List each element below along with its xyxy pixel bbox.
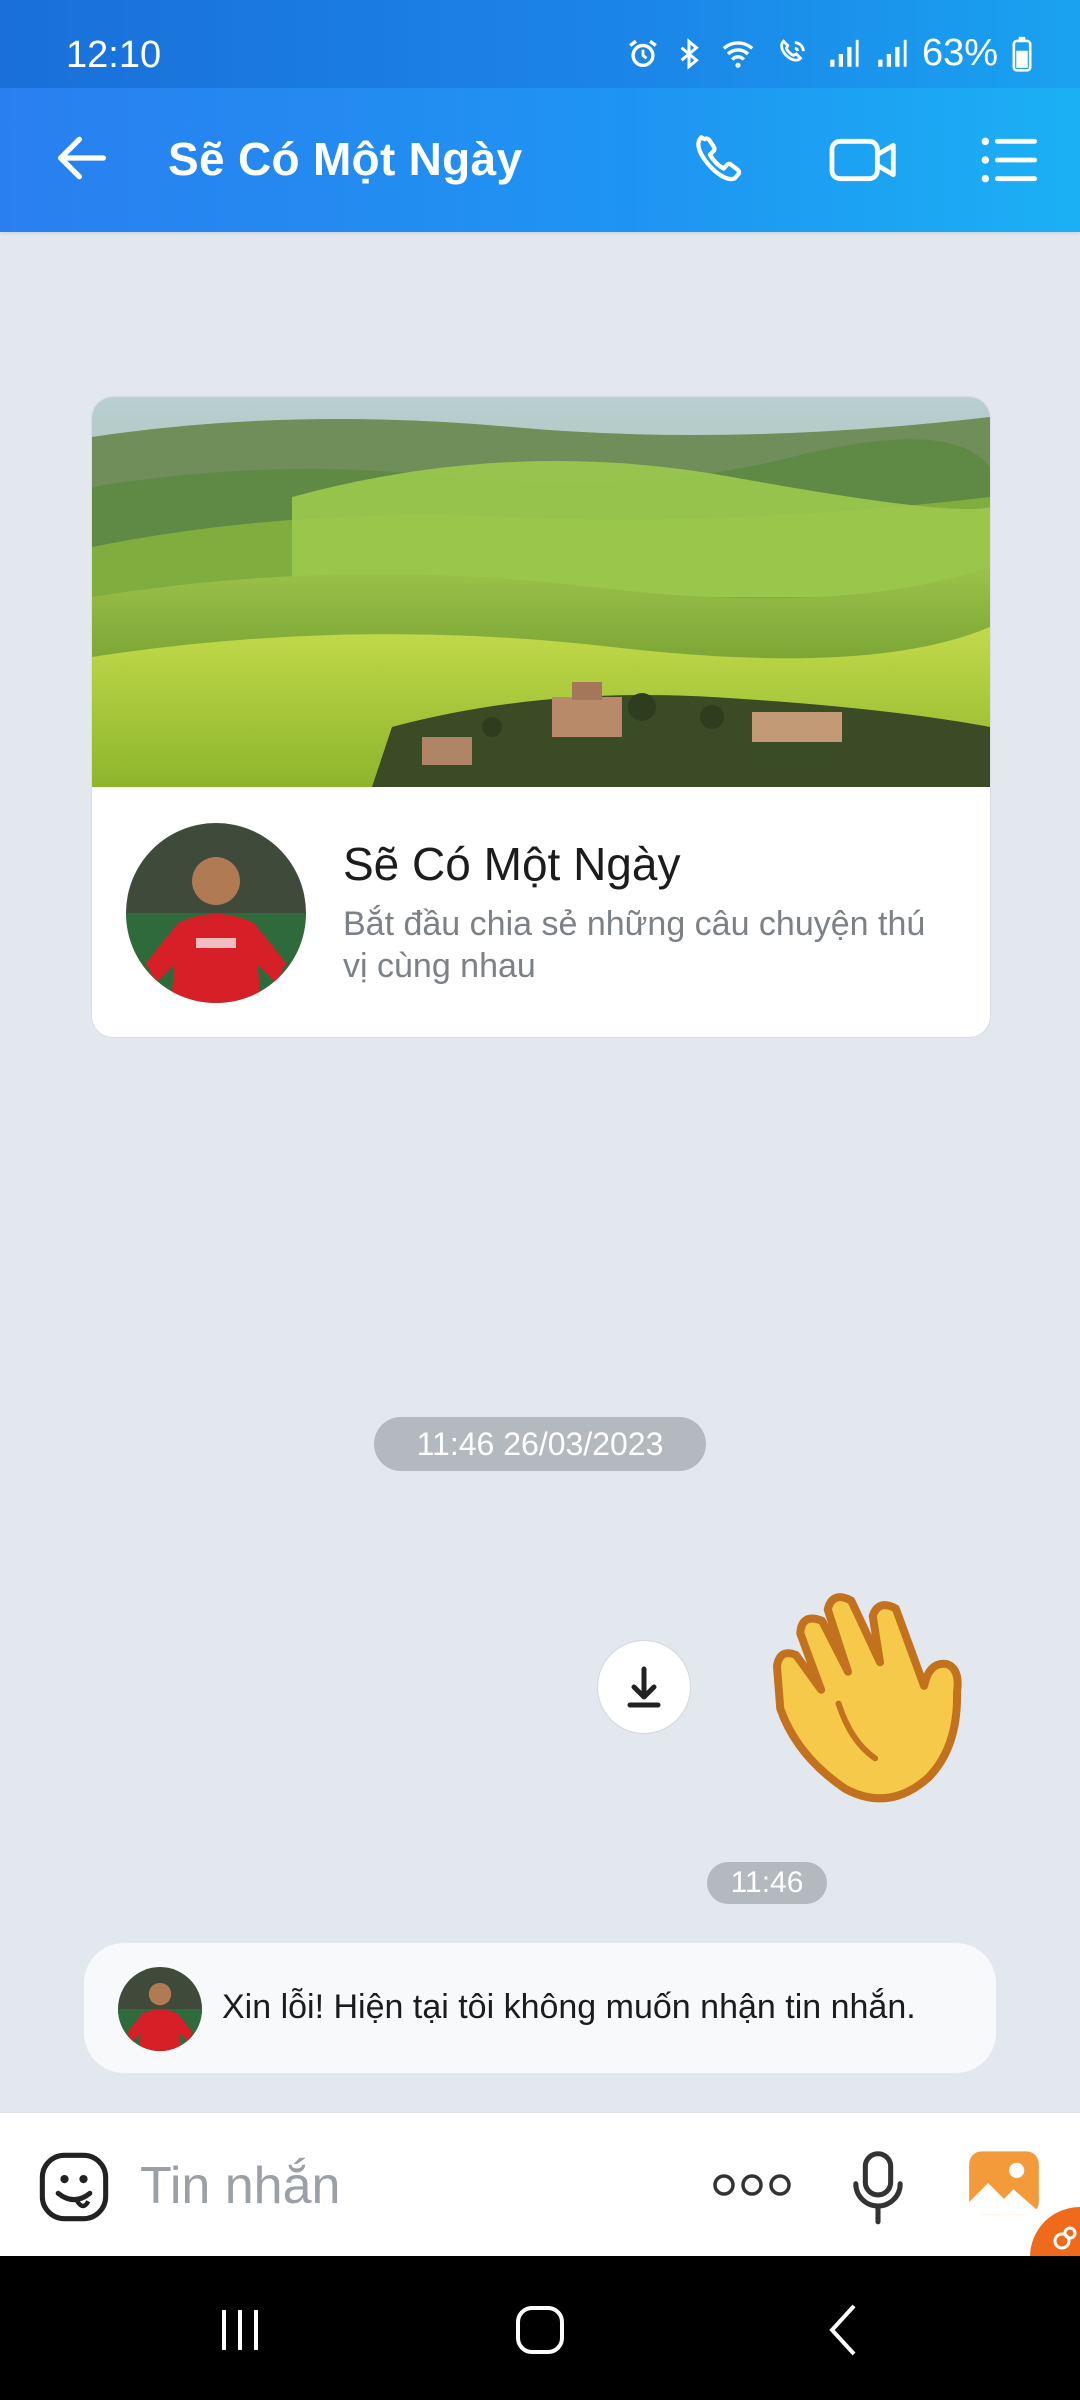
signal-icon-1	[830, 39, 859, 67]
home-icon[interactable]	[510, 2300, 570, 2360]
back-nav-icon[interactable]	[814, 2300, 874, 2360]
alarm-icon	[629, 39, 657, 67]
avatar-photo-small	[118, 1967, 202, 2051]
chat-title[interactable]: Sẽ Có Một Ngày	[168, 132, 522, 186]
download-button[interactable]	[597, 1640, 691, 1734]
back-arrow-icon[interactable]	[50, 126, 114, 190]
video-call-icon[interactable]	[826, 128, 902, 192]
signal-icon-2	[878, 39, 907, 67]
avatar-photo	[126, 823, 306, 1003]
emoji-icon[interactable]	[36, 2149, 112, 2225]
message-input[interactable]	[138, 2155, 662, 2217]
status-icons: 63%	[626, 32, 1032, 75]
profile-name: Sẽ Có Một Ngày	[343, 838, 681, 890]
chat-header: Sẽ Có Một Ngày	[0, 88, 1080, 232]
bluetooth-icon	[680, 37, 699, 70]
more-dots-icon[interactable]	[710, 2165, 794, 2205]
auto-reply-message: Xin lỗi! Hiện tại tôi không muốn nhận ti…	[84, 1943, 996, 2073]
auto-reply-text: Xin lỗi! Hiện tại tôi không muốn nhận ti…	[222, 1988, 916, 2026]
system-navigation-bar	[0, 2256, 1080, 2400]
status-bar: 12:10 63%	[0, 0, 1080, 88]
date-separator: 11:46 26/03/2023	[374, 1417, 706, 1471]
battery-percent: 63%	[921, 32, 998, 74]
phone-icon[interactable]	[688, 128, 752, 192]
cover-landscape-image	[92, 397, 990, 787]
menu-list-icon[interactable]	[976, 128, 1040, 192]
auto-reply-avatar[interactable]	[118, 1967, 202, 2051]
recent-apps-icon[interactable]	[210, 2300, 270, 2360]
profile-cover-card[interactable]: Sẽ Có Một Ngày Bắt đầu chia sẻ những câu…	[91, 396, 991, 1038]
wifi-icon	[722, 40, 754, 68]
wifi-call-icon	[780, 38, 805, 62]
message-time: 11:46	[707, 1862, 827, 1904]
microphone-icon[interactable]	[846, 2149, 910, 2225]
status-time: 12:10	[66, 34, 162, 76]
download-icon	[627, 1666, 661, 1708]
battery-icon	[1012, 36, 1032, 72]
message-composer	[0, 2112, 1080, 2267]
profile-description: Bắt đầu chia sẻ những câu chuyện thú vị …	[343, 905, 926, 985]
waving-hand-sticker[interactable]	[740, 1570, 1000, 1820]
profile-avatar[interactable]	[126, 823, 306, 1003]
